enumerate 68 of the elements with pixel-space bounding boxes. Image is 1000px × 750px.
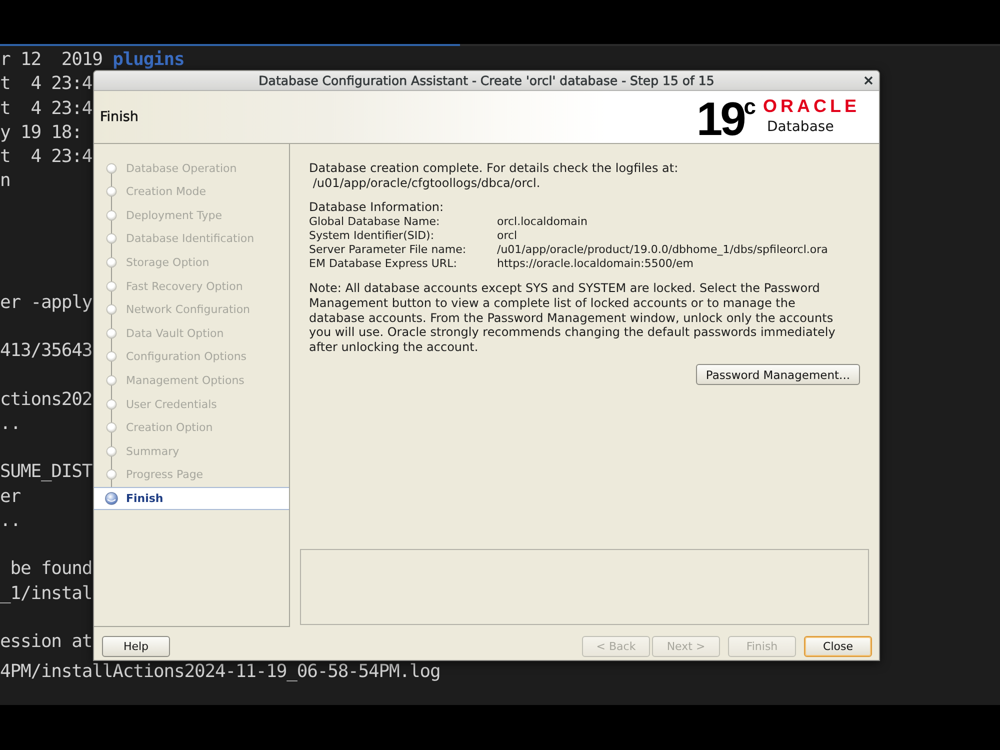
terminal-text: 413/35643 [0,339,92,363]
info-label: Global Database Name: [309,214,441,228]
step-dot-icon [106,233,117,244]
step-item[interactable]: Data Vault Option [94,322,289,346]
terminal-text: t 4 23:4 [0,145,92,169]
info-value: orcl [497,228,518,242]
terminal-text: er -apply [0,290,92,314]
step-dot-icon [106,186,117,198]
terminal-text: be found [9,557,92,582]
terminal-text: t 4 23:4 [0,96,92,120]
page-title: Finish [100,109,138,125]
step-dot-icon [106,398,117,410]
step-dot-icon [106,257,117,268]
brand-logo: ORACLE [763,98,860,115]
terminal-text: er [0,484,20,508]
info-label: System Identifier(SID): [309,228,436,242]
step-item[interactable]: User Credentials [94,392,289,416]
terminal-text: 4PM/installActions2024-11-19_06-58-54PM.log [0,660,440,684]
step-dot-icon [106,210,117,221]
completion-message: Database creation complete. For details check the logfiles at: /u01/app/oracle/cfgtoollogs/dbca/orcl. [309,160,680,190]
step-item[interactable]: Summary [94,440,289,464]
terminal-text: n [0,169,10,194]
info-value: https://oracle.localdomain:5500/em [497,256,694,270]
step-dot-icon [106,375,117,386]
step-item[interactable]: Storage Option [94,250,289,274]
terminal-text: ession at [0,630,92,654]
step-dot-icon [106,304,117,316]
info-value: /u01/app/oracle/product/19.0.0/dbhome_1/dbs/spfileorcl.ora [497,242,828,256]
terminal-text: ctions202 [0,388,92,412]
info-value: orcl.localdomain [497,214,588,228]
info-heading: Database Information: [309,200,444,214]
version-logo: 19$^{c}$ [696,99,756,139]
password-management-button[interactable]: Password Management... [696,364,860,386]
step-dot-icon [106,422,117,434]
step-item[interactable]: Network Configuration [94,298,289,322]
info-label: Server Parameter File name: [309,242,468,256]
help-button[interactable]: Help [102,636,170,657]
terminal-text: t 4 23:4 [0,72,92,96]
step-item[interactable]: Management Options [94,368,289,392]
step-item[interactable]: Database Identification [94,227,289,251]
step-item[interactable]: Configuration Options [94,345,289,369]
terminal-text: r 12 2019 [0,48,102,72]
step-item[interactable]: Creation Option [94,416,289,440]
directory-name: plugins [112,48,184,72]
step-item[interactable]: Database Operation [94,156,289,180]
step-dot-icon [106,280,117,292]
step-dot-icon [106,162,117,174]
product-name: Database [767,119,834,136]
terminal-text: _1/instal [0,582,92,606]
close-icon[interactable] [864,76,873,85]
step-item[interactable]: Finish [94,486,289,510]
step-dot-icon [106,446,117,457]
step-item[interactable]: Creation Mode [94,180,289,204]
close-button[interactable]: Close [804,636,872,657]
terminal-text: .. [0,508,20,533]
info-label: EM Database Express URL: [309,256,458,270]
step-dot-icon [106,351,117,362]
terminal-text: .. [0,412,20,436]
window-title: Database Configuration Assistant - Create 'orcl' database - Step 15 of 15 [258,73,714,88]
current-step-icon [105,492,118,505]
step-dot-icon [106,469,117,480]
step-item[interactable]: Deployment Type [94,204,289,228]
step-item[interactable]: Fast Recovery Option [94,274,289,298]
terminal-text: y 19 18: [0,120,82,145]
note-text: Note: All database accounts except SYS and SYSTEM are locked. Select the Password Management button to view a complete list of locked accounts or to manage the database accounts. From the Password Management window, unlock only the accounts you will use. Oracle strongly recommends changing the default passwords immediately after unlocking the account. [309,281,836,355]
step-dot-icon [106,328,117,339]
terminal-text: SUME_DIST [0,460,92,484]
step-item[interactable]: Progress Page [94,463,289,487]
